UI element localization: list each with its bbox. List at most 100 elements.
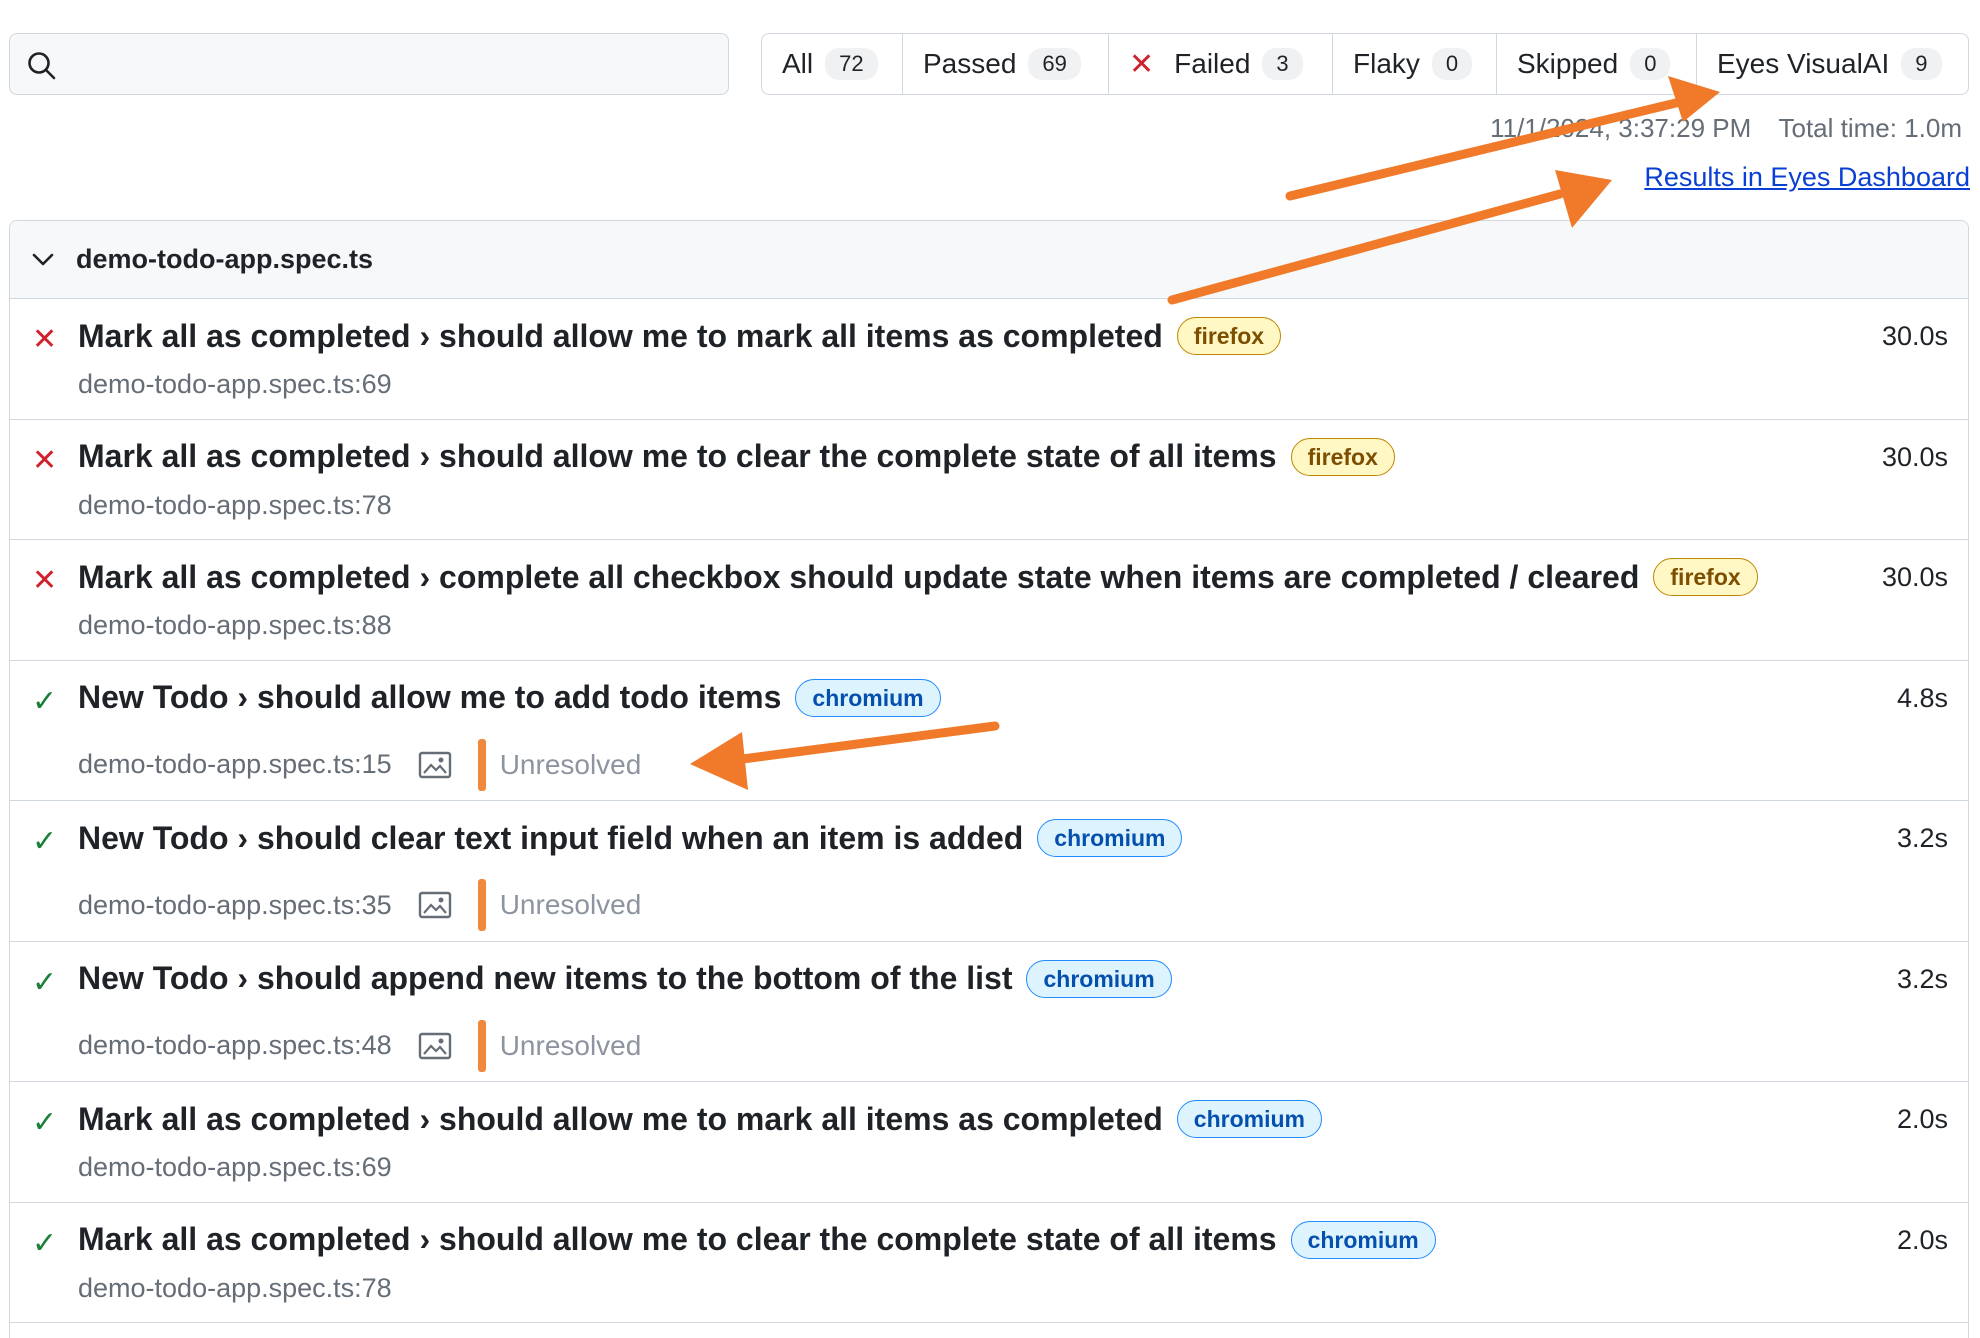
failed-icon: ✕ — [32, 564, 58, 597]
visual-status: Unresolved — [499, 889, 642, 920]
tab-all[interactable]: All 72 — [762, 34, 903, 94]
test-location-text: demo-todo-app.spec.ts:69 — [78, 369, 392, 399]
test-row[interactable]: ✓ New Todo › should clear text input fie… — [10, 801, 1968, 942]
visual-status: Unresolved — [499, 748, 642, 780]
tab-label: All — [782, 48, 814, 79]
tab-label: Passed — [923, 48, 1017, 79]
test-duration: 3.2s — [1896, 963, 1948, 994]
failed-icon: ✕ — [32, 443, 58, 477]
test-location: demo-todo-app.spec.ts:15 Unresolved — [78, 738, 642, 791]
browser-badge: chromium — [1026, 959, 1172, 998]
test-row[interactable]: ✓ New Todo › should allow me to add todo… — [10, 661, 1968, 801]
test-row[interactable]: ✓ Mark all as completed › should allow m… — [10, 1203, 1968, 1323]
test-duration: 30.0s — [1881, 441, 1948, 472]
test-title-text: New Todo › should allow me to add todo i… — [78, 679, 782, 715]
test-duration: 30.0s — [1881, 562, 1948, 592]
tab-eyes-visualai[interactable]: Eyes VisualAI 9 — [1697, 34, 1968, 94]
tab-label: Eyes VisualAI — [1717, 48, 1890, 79]
test-title-text: Mark all as completed › should allow me … — [78, 317, 1163, 354]
test-location: demo-todo-app.spec.ts:69 — [78, 369, 392, 400]
test-duration: 2.0s — [1896, 1104, 1948, 1134]
test-row[interactable]: ✓ New Todo › should append new items to … — [10, 942, 1968, 1082]
visual-status-bar — [477, 879, 486, 931]
browser-badge: firefox — [1653, 558, 1758, 596]
test-title[interactable]: New Todo › should allow me to add todo i… — [78, 678, 941, 717]
visual-status-bar — [477, 738, 486, 791]
test-location: demo-todo-app.spec.ts:78 — [78, 490, 392, 521]
spec-file-header[interactable]: demo-todo-app.spec.ts — [10, 221, 1968, 299]
visual-status: Unresolved — [499, 1029, 642, 1061]
close-icon: ✕ — [1129, 47, 1155, 81]
tab-label: Skipped — [1517, 48, 1619, 79]
check-icon: ✓ — [32, 1106, 58, 1139]
test-location: demo-todo-app.spec.ts:88 — [78, 610, 392, 641]
test-row[interactable]: ✕ Mark all as completed › should allow m… — [10, 299, 1968, 420]
tab-count: 3 — [1262, 48, 1303, 80]
test-location: demo-todo-app.spec.ts:35 Unresolved — [78, 879, 641, 931]
browser-badge: firefox — [1290, 437, 1395, 476]
search-icon — [28, 52, 56, 80]
tab-failed[interactable]: ✕ Failed 3 — [1109, 34, 1333, 94]
check-icon: ✓ — [32, 1226, 58, 1260]
tab-flaky[interactable]: Flaky 0 — [1333, 34, 1497, 94]
check-icon: ✓ — [32, 965, 58, 999]
test-title[interactable]: New Todo › should clear text input field… — [78, 819, 1183, 857]
test-title[interactable]: New Todo › should append new items to th… — [78, 959, 1172, 998]
spec-file-name: demo-todo-app.spec.ts — [76, 244, 374, 274]
image-icon[interactable] — [418, 751, 452, 779]
tab-count: 69 — [1028, 48, 1081, 80]
tab-count: 72 — [825, 48, 878, 80]
test-row[interactable]: ✕ Mark all as completed › complete all c… — [10, 540, 1968, 661]
eyes-dashboard-link[interactable]: Results in Eyes Dashboard — [1644, 162, 1970, 193]
tab-count: 0 — [1431, 48, 1473, 80]
tab-label: Failed — [1174, 48, 1251, 79]
browser-badge: chromium — [795, 678, 941, 717]
test-title-text: Mark all as completed › complete all che… — [78, 558, 1640, 595]
failed-icon: ✕ — [32, 323, 58, 356]
test-duration: 30.0s — [1881, 321, 1948, 351]
test-duration: 2.0s — [1896, 1224, 1948, 1255]
test-location-text: demo-todo-app.spec.ts:69 — [78, 1152, 392, 1182]
test-duration: 3.2s — [1896, 823, 1948, 853]
test-title-text: Mark all as completed › should allow me … — [78, 1100, 1163, 1137]
test-location: demo-todo-app.spec.ts:48 Unresolved — [78, 1019, 642, 1072]
browser-badge: chromium — [1037, 819, 1183, 857]
tab-count: 9 — [1901, 48, 1942, 80]
image-icon[interactable] — [418, 1032, 452, 1060]
test-location-text: demo-todo-app.spec.ts:15 — [78, 749, 392, 779]
browser-badge: firefox — [1176, 317, 1282, 355]
total-time: Total time: 1.0m — [1778, 113, 1962, 143]
run-meta: 11/1/2024, 3:37:29 PM Total time: 1.0m — [1490, 113, 1962, 144]
test-location-text: demo-todo-app.spec.ts:48 — [78, 1030, 392, 1060]
test-row[interactable]: ✕ Mark all as completed › should allow m… — [10, 420, 1968, 540]
test-title-text: New Todo › should clear text input field… — [78, 819, 1024, 856]
test-location-text: demo-todo-app.spec.ts:78 — [78, 1272, 392, 1303]
visual-status-bar — [477, 1019, 486, 1072]
test-duration: 4.8s — [1896, 682, 1948, 713]
test-row[interactable]: ✓ Mark all as completed › should allow m… — [10, 1082, 1968, 1203]
tab-skipped[interactable]: Skipped 0 — [1497, 34, 1697, 94]
search-input[interactable] — [9, 33, 729, 95]
test-title-text: New Todo › should append new items to th… — [78, 960, 1013, 996]
test-location-text: demo-todo-app.spec.ts:88 — [78, 610, 392, 640]
image-icon[interactable] — [418, 891, 452, 919]
browser-badge: chromium — [1290, 1220, 1436, 1259]
tab-label: Flaky — [1353, 48, 1420, 79]
test-location: demo-todo-app.spec.ts:69 — [78, 1152, 392, 1183]
spec-file-group: demo-todo-app.spec.ts ✕ Mark all as comp… — [9, 220, 1969, 1338]
test-title[interactable]: Mark all as completed › complete all che… — [78, 558, 1758, 596]
test-location-text: demo-todo-app.spec.ts:78 — [78, 489, 392, 520]
status-filter-tabs: All 72 Passed 69 ✕ Failed 3 Flaky 0 Skip… — [761, 33, 1969, 95]
check-icon: ✓ — [32, 684, 58, 718]
test-location: demo-todo-app.spec.ts:78 — [78, 1273, 392, 1304]
test-title[interactable]: Mark all as completed › should allow me … — [78, 1100, 1322, 1138]
test-title[interactable]: Mark all as completed › should allow me … — [78, 317, 1282, 355]
tab-count: 0 — [1630, 48, 1671, 80]
test-location-text: demo-todo-app.spec.ts:35 — [78, 889, 392, 920]
test-title[interactable]: Mark all as completed › should allow me … — [78, 1220, 1436, 1259]
test-title[interactable]: Mark all as completed › should allow me … — [78, 437, 1395, 476]
chevron-down-icon — [32, 253, 54, 267]
check-icon: ✓ — [32, 825, 58, 858]
tab-passed[interactable]: Passed 69 — [903, 34, 1109, 94]
run-timestamp: 11/1/2024, 3:37:29 PM — [1490, 113, 1752, 143]
